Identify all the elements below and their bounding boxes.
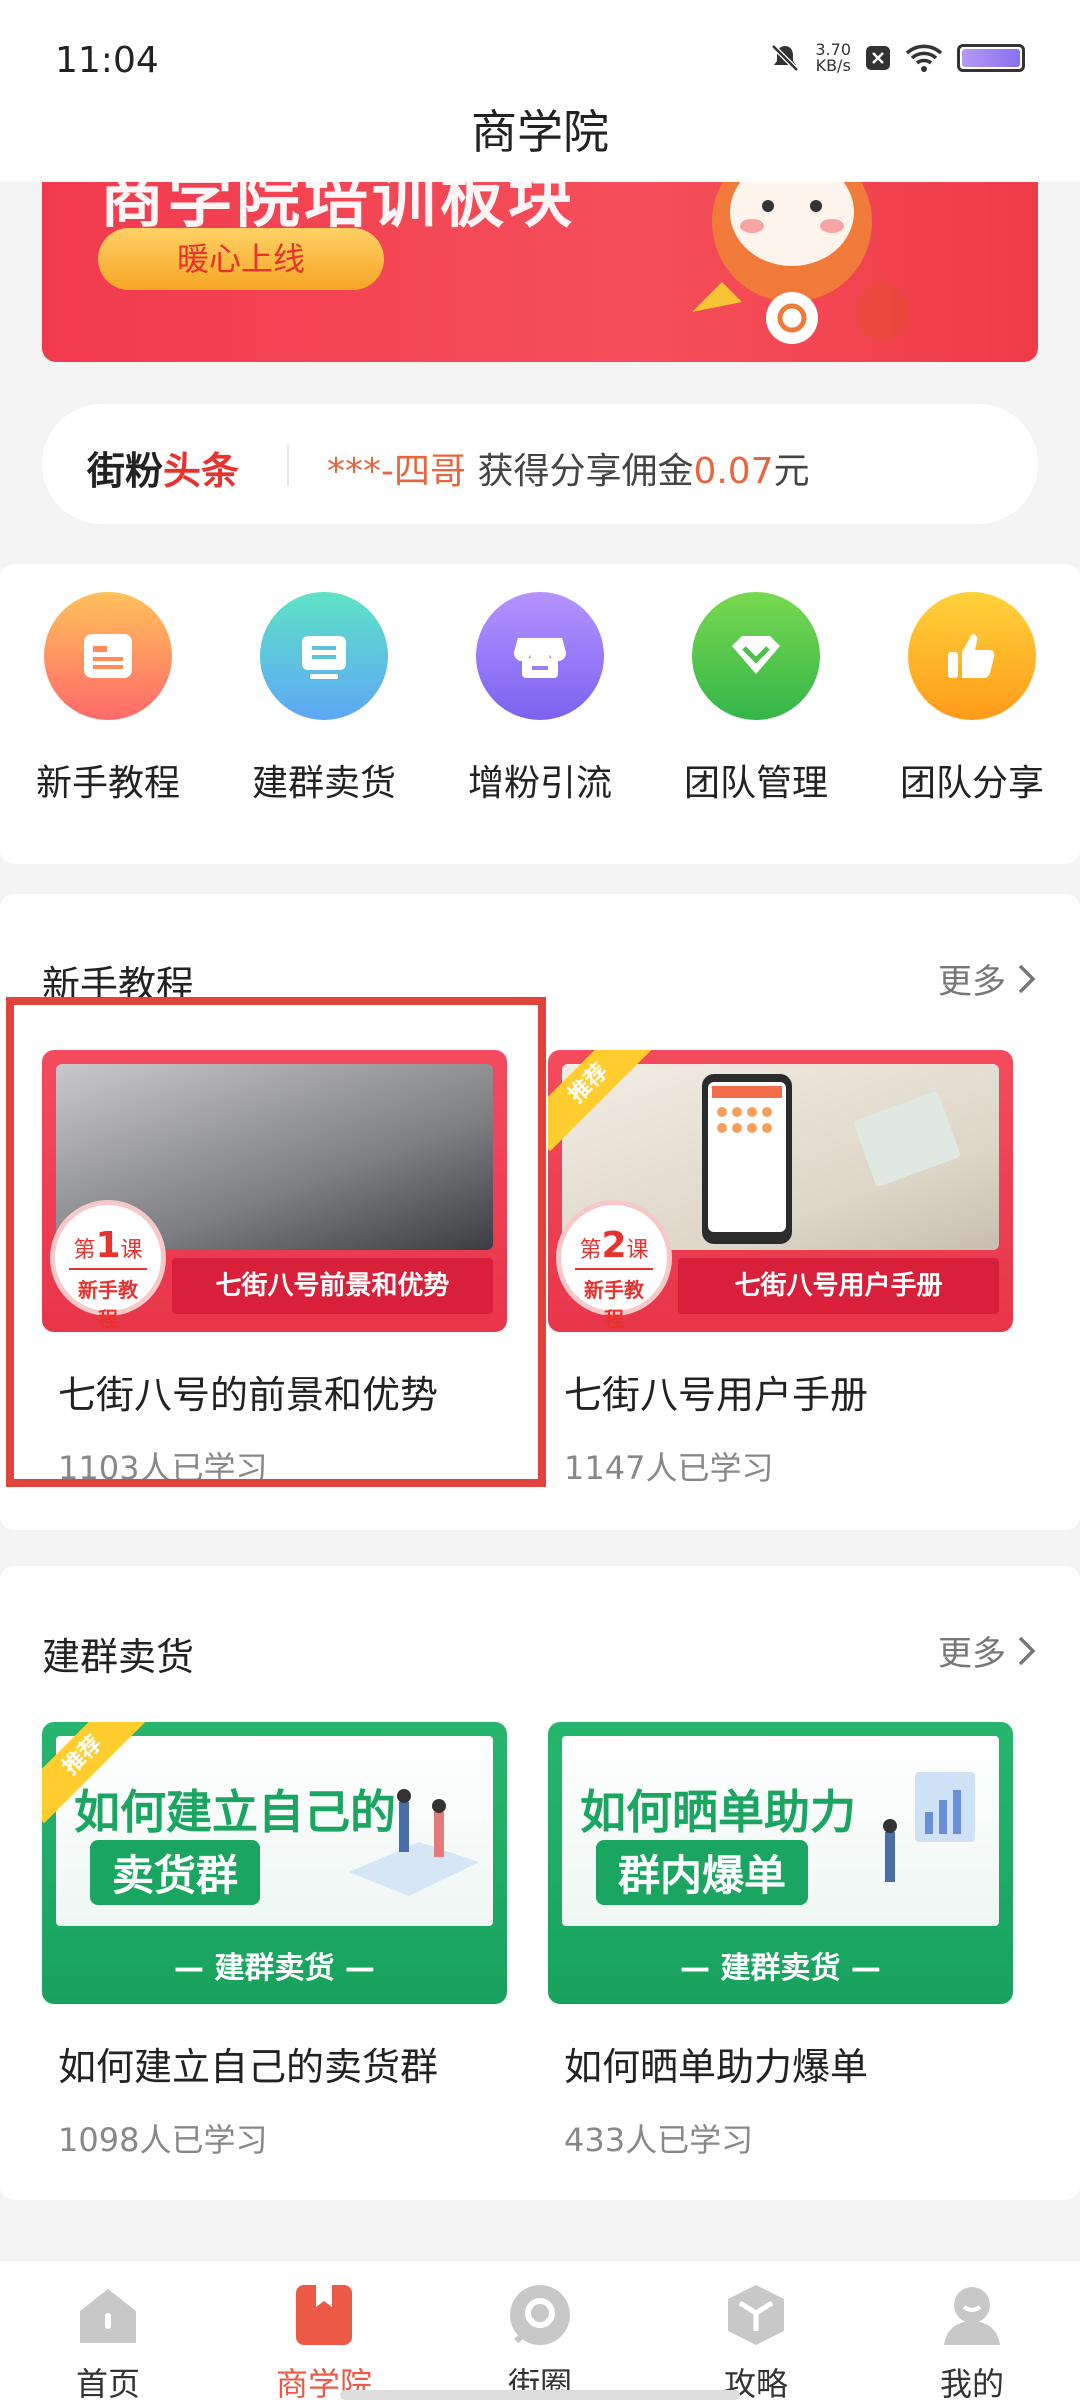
thumbnail-caption: — 建群卖货 — [680,1951,881,1986]
learner-count: 433人已学习 [564,2121,754,2159]
diamond-icon [692,592,820,720]
nav-mine[interactable]: 我的 [864,2283,1080,2405]
status-time: 11:04 [55,40,159,81]
category-grid: 新手教程 建群卖货 增粉引流 团队管理 团队分享 [0,564,1080,864]
battery-icon [957,44,1025,72]
divider [287,444,289,486]
people-illustration [349,1789,479,1896]
wifi-icon [905,44,943,72]
thumbnail-caption: 七街八号用户手册 [678,1258,999,1314]
learner-count: 1098人已学习 [58,2121,268,2159]
thumbnail-caption: — 建群卖货 — [174,1951,375,1986]
document-icon [44,592,172,720]
more-link[interactable]: 更多 [938,954,1038,1003]
network-speed: 3.70 KB/s [815,40,851,75]
section-group-selling: 建群卖货 更多 推荐 如何建立自己的 卖货群 — 建群卖货 — 如何建立自己的卖… [0,1566,1080,2200]
category-label: 建群卖货 [251,763,396,804]
category-team-management[interactable]: 团队管理 [648,592,864,806]
course-title: 七街八号用户手册 [564,1373,869,1417]
course-card[interactable]: 推荐 如何建立自己的 卖货群 — 建群卖货 — 如何建立自己的卖货群 1098人… [42,1722,507,2161]
notification-x-icon [866,46,890,70]
home-indicator[interactable] [340,2390,740,2400]
headline-message: ***-四哥 获得分享佣金0.07元 [327,451,810,492]
category-newbie[interactable]: 新手教程 [0,592,216,806]
section-title: 建群卖货 [42,1635,195,1679]
status-icons: 3.70 KB/s [769,42,1025,74]
bottom-nav: 首页 商学院 街圈 攻略 我的 [0,2260,1080,2408]
headline-ticker[interactable]: 街粉头条 ***-四哥 获得分享佣金0.07元 [42,404,1038,524]
page-header: 商学院 [0,90,1080,182]
mascot-illustration [692,182,910,344]
course-thumbnail: 推荐 如何建立自己的 卖货群 — 建群卖货 — [42,1722,507,2004]
lesson-badge: 第2课 新手教程 [556,1200,672,1331]
course-title: 如何建立自己的卖货群 [58,2045,439,2089]
card-icon [260,592,388,720]
thumbs-up-icon [908,592,1036,720]
promo-banner[interactable]: 商学院培训板块 暖心上线 [42,182,1038,362]
nav-label: 我的 [939,2365,1004,2403]
thumbnail-headline: 如何晒单助力 [580,1785,856,1839]
chart-people-illustration [883,1772,975,1882]
course-card[interactable]: 推荐 第2课 新手教程 七街八号用户手册 七街八号用户手册 1147人已学习 [548,1050,1013,1489]
page-title: 商学院 [471,105,609,159]
course-thumbnail: 推荐 第2课 新手教程 七街八号用户手册 [548,1050,1013,1332]
category-label: 新手教程 [35,763,180,804]
chevron-right-icon [1018,1636,1036,1665]
user-icon [940,2283,1004,2347]
book-icon [292,2283,356,2347]
more-link[interactable]: 更多 [938,1626,1038,1675]
bell-muted-icon [771,44,800,72]
thumbnail-subhead: 卖货群 [90,1840,261,1905]
nav-home[interactable]: 首页 [0,2283,216,2405]
nav-label: 首页 [75,2365,140,2403]
status-bar: 11:04 3.70 KB/s [0,0,1080,90]
circle-icon [508,2283,572,2347]
nav-business-school[interactable]: 商学院 [216,2283,432,2405]
highlight-box [6,997,546,1487]
nav-street-circle[interactable]: 街圈 [432,2283,648,2405]
category-label: 团队管理 [683,763,828,804]
chevron-right-icon [1018,964,1036,993]
course-card[interactable]: 如何晒单助力 群内爆单 — 建群卖货 — 如何晒单助力爆单 433人已学习 [548,1722,1013,2161]
category-team-sharing[interactable]: 团队分享 [864,592,1080,806]
cube-icon [724,2283,788,2347]
category-label: 增粉引流 [467,763,612,804]
store-icon [476,592,604,720]
course-title: 如何晒单助力爆单 [564,2045,869,2089]
thumbnail-subhead: 群内爆单 [596,1840,809,1905]
nav-guide[interactable]: 攻略 [648,2283,864,2405]
course-thumbnail: 如何晒单助力 群内爆单 — 建群卖货 — [548,1722,1013,2004]
banner-pill: 暖心上线 [98,228,384,290]
category-grow-fans[interactable]: 增粉引流 [432,592,648,806]
headline-brand: 街粉头条 [87,449,240,493]
category-group-selling[interactable]: 建群卖货 [216,592,432,806]
learner-count: 1147人已学习 [564,1449,774,1487]
category-label: 团队分享 [899,763,1044,804]
home-icon [76,2283,140,2347]
